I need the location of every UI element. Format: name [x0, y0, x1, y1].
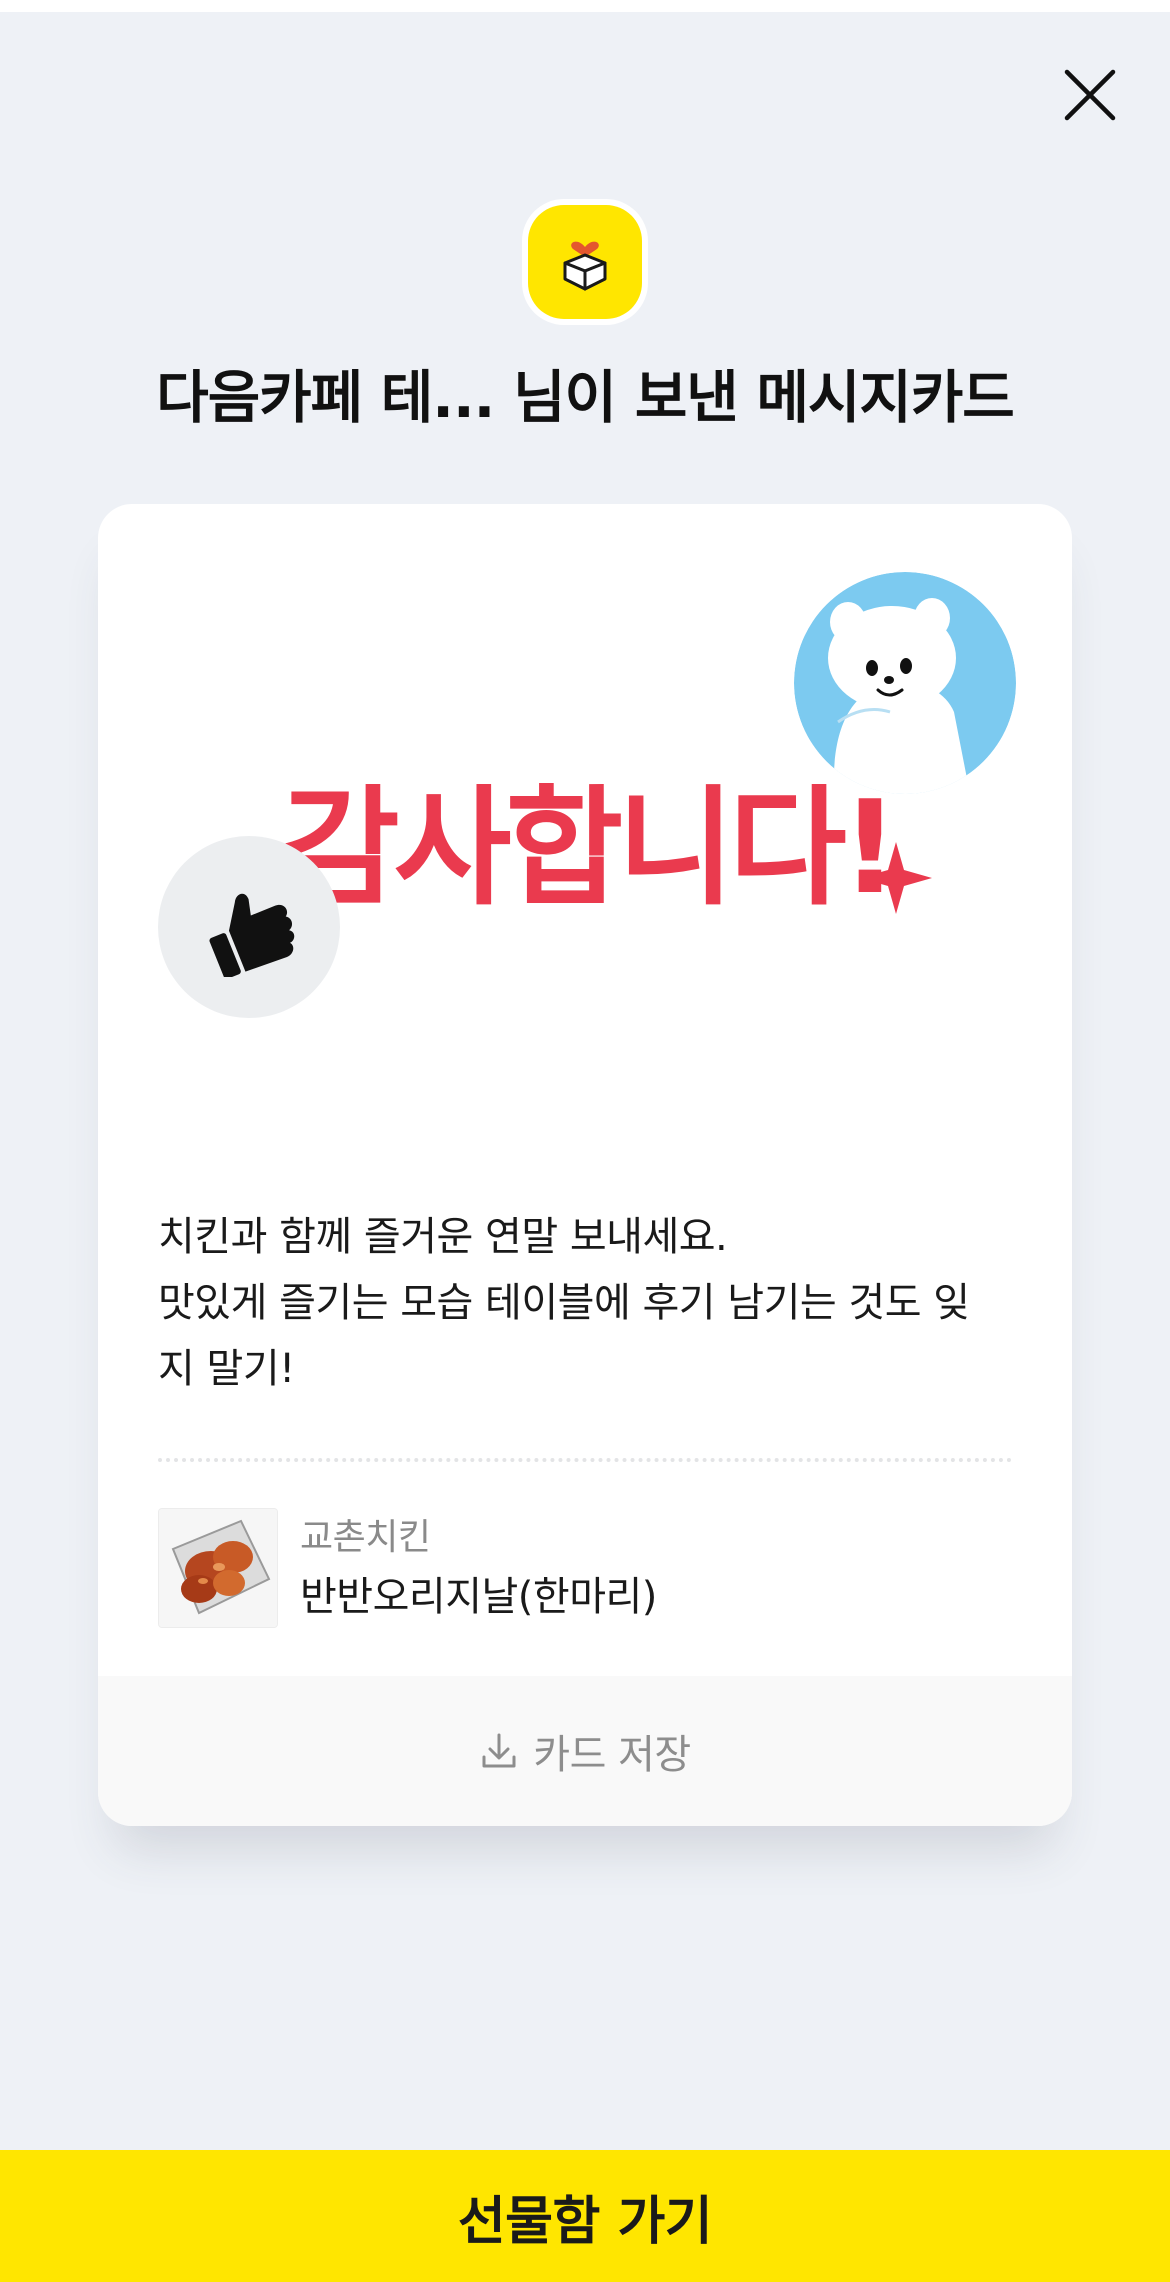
thanks-lettering: 감사합니다!	[282, 774, 932, 920]
download-icon	[482, 1733, 516, 1768]
dotted-divider	[158, 1458, 1012, 1462]
thumbs-up-icon	[209, 893, 295, 977]
product-name: 반반오리지날(한마리)	[300, 1574, 657, 1620]
message-card: 감사합니다! 치킨과 함께 즐거운 연말 보내세요. 맛있게 즐기는 모습 테이…	[98, 504, 1072, 1826]
message-line: 치킨과 함께 즐거운 연말 보내세요.	[158, 1214, 728, 1260]
save-card-label: 카드 저장	[533, 1732, 691, 1778]
gift-box-heart-icon	[563, 241, 607, 291]
svg-text:감사합니다!: 감사합니다!	[282, 774, 893, 920]
gift-message-screen: 다음카페 테... 님이 보낸 메시지카드 감사합니다! 치킨과 함께 즐거운 …	[0, 12, 1170, 2282]
message-line: 지 말기!	[158, 1346, 295, 1392]
card-illustration: 감사합니다!	[98, 504, 1072, 1144]
gift-badge	[528, 205, 642, 319]
product-thumbnail	[158, 1508, 278, 1628]
message-line: 맛있게 즐기는 모습 테이블에 후기 남기는 것도 잊	[158, 1280, 970, 1326]
gift-product[interactable]: 교촌치킨 반반오리지날(한마리)	[158, 1508, 1018, 1628]
page-title: 다음카페 테... 님이 보낸 메시지카드	[156, 365, 1015, 431]
close-button[interactable]	[1055, 60, 1125, 130]
close-icon	[1064, 69, 1116, 121]
card-message: 치킨과 함께 즐거운 연말 보내세요. 맛있게 즐기는 모습 테이블에 후기 남…	[158, 1204, 1028, 1402]
go-to-giftbox-button[interactable]: 선물함 가기	[0, 2150, 1170, 2282]
save-card-button[interactable]: 카드 저장	[98, 1676, 1072, 1826]
thumbs-up-badge	[158, 836, 340, 1018]
product-brand: 교촌치킨	[300, 1517, 431, 1558]
